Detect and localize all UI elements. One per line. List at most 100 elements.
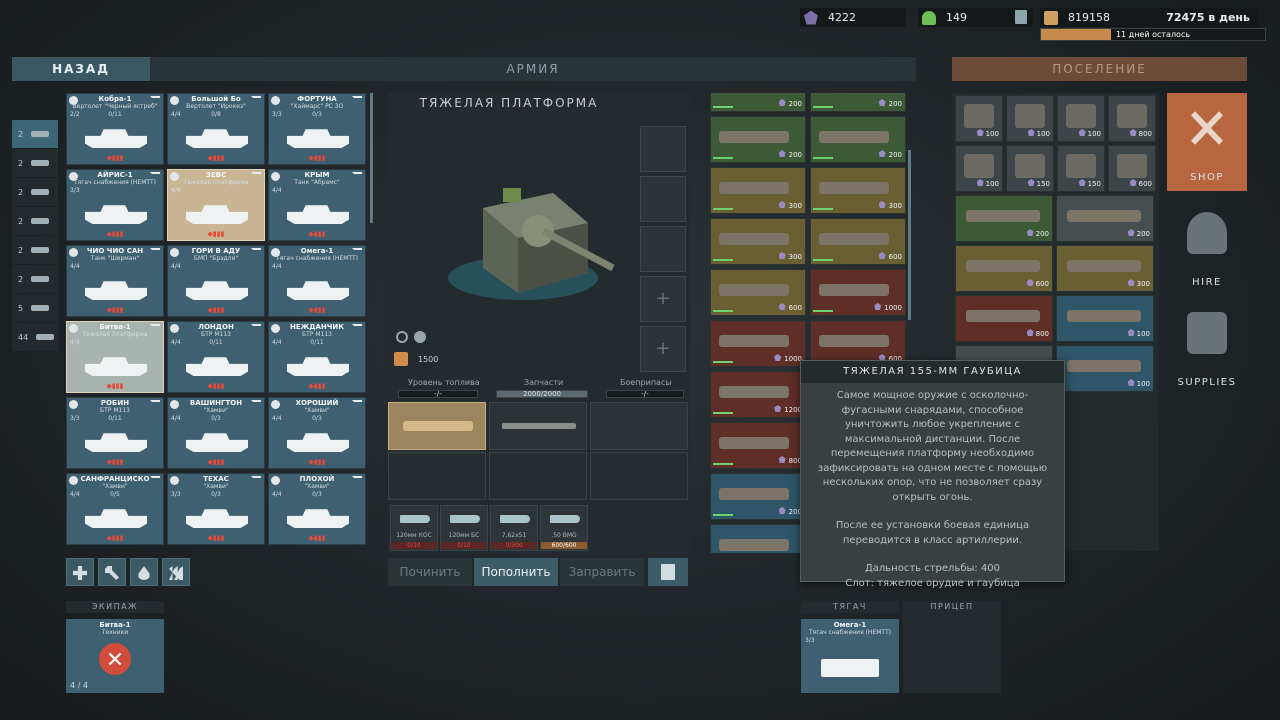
shop-weapon-item[interactable]: 300 (710, 167, 806, 214)
weapon-slot-howitzer[interactable] (388, 402, 486, 450)
weapon-icon (966, 310, 1040, 322)
storage-weapon-item[interactable]: 200 (1056, 195, 1154, 242)
storage-weapon-item[interactable]: 100 (1056, 345, 1154, 392)
storage-weapon-item[interactable]: 300 (1056, 245, 1154, 292)
storage-item[interactable]: 800 (1108, 95, 1156, 142)
weapon-scrollbar[interactable] (908, 150, 911, 320)
category-tab-0[interactable]: 2 (12, 120, 58, 148)
vehicle-card[interactable]: ГОРИ В АДУ БМП "Брэдли" 4/4 ◆▮▮▮ (167, 245, 265, 317)
category-tab-7[interactable]: 44 (12, 323, 58, 351)
vehicle-card[interactable]: Кобра-1 Вертолет "Черный ястреб" 2/2 0/11 ◆▮… (66, 93, 164, 165)
tow-card[interactable]: Омега-1 Тягач снабжения (HEMTT) 3/3 (801, 619, 899, 693)
vehicle-scrollbar[interactable] (370, 93, 373, 223)
vehicle-card[interactable]: ФОРТУНА "Хаймарс" РС ЗО 3/3 0/3 ◆▮▮▮ (268, 93, 366, 165)
repair-button[interactable]: Починить (388, 558, 472, 586)
storage-item[interactable]: 150 (1006, 145, 1054, 192)
storage-weapon-item[interactable]: 600 (955, 245, 1053, 292)
vehicle-silhouette-icon (186, 129, 248, 148)
storage-weapon-item[interactable]: 800 (955, 295, 1053, 342)
ammo-slot[interactable]: 7,62x51 0/300 (490, 505, 538, 551)
item-price: 300 (1128, 279, 1150, 288)
vehicle-card[interactable]: ТЕХАС "Хамви" 3/3 0/3 ◆▮▮▮ (167, 473, 265, 545)
armor-slot[interactable] (640, 226, 686, 272)
truck-icon (821, 659, 879, 677)
category-tab-1[interactable]: 2 (12, 149, 58, 177)
ammo-slot[interactable]: 120мм БС 0/10 (440, 505, 488, 551)
weapon-slot-mg[interactable] (489, 402, 587, 450)
back-button[interactable]: НАЗАД (12, 57, 150, 81)
storage-weapon-item[interactable]: 200 (955, 195, 1053, 242)
category-tab-6[interactable]: 5 (12, 294, 58, 322)
vehicle-card[interactable]: ЗЕВС Тяжелая платформа 4/4 ◆▮▮▮ (167, 169, 265, 241)
module-icon (1066, 104, 1096, 128)
category-tab-4[interactable]: 2 (12, 236, 58, 264)
vehicle-card[interactable]: ВАШИНГТОН "Хамви" 4/4 0/3 ◆▮▮▮ (167, 397, 265, 469)
shop-weapon-item[interactable]: 300 (710, 218, 806, 265)
refuel-all-button[interactable] (130, 558, 158, 586)
trash-icon[interactable] (1015, 10, 1027, 24)
refill-button[interactable]: Пополнить (474, 558, 558, 586)
shop-weapon-item[interactable]: 800 (710, 422, 806, 469)
weapon-icon (719, 386, 789, 398)
shop-weapon-item[interactable]: 300 (810, 167, 906, 214)
weapon-slot-empty-2[interactable] (388, 452, 486, 500)
shop-weapon-item[interactable]: 200 (810, 93, 906, 112)
vehicle-card[interactable]: АЙРИС-1 Тягач снабжения (HEMTT) 3/3 ◆▮▮▮ (66, 169, 164, 241)
storage-item[interactable]: 600 (1108, 145, 1156, 192)
supplies-button[interactable]: SUPPLIES (1167, 298, 1247, 396)
tow-name: Омега-1 (833, 621, 867, 629)
shop-weapon-item[interactable]: 1200 (710, 371, 806, 418)
shop-weapon-item[interactable]: 200 (810, 116, 906, 163)
storage-item[interactable]: 100 (1057, 95, 1105, 142)
shop-weapon-item[interactable]: 1000 (710, 320, 806, 367)
storage-weapon-item[interactable]: 100 (1056, 295, 1154, 342)
vehicle-card[interactable]: Омега-1 Тягач снабжения (HEMTT) 4/4 ◆▮▮▮ (268, 245, 366, 317)
vehicle-card[interactable]: НЕЖДАНЧИК БТР М113 4/4 0/11 ◆▮▮▮ (268, 321, 366, 393)
storage-item[interactable]: 100 (955, 145, 1003, 192)
refuel-button[interactable]: Заправить (560, 558, 644, 586)
category-tab-5[interactable]: 2 (12, 265, 58, 293)
category-tab-2[interactable]: 2 (12, 178, 58, 206)
turret-slot-2[interactable] (640, 176, 686, 222)
delete-button[interactable] (648, 558, 688, 586)
vehicle-card[interactable]: САНФРАНЦИСКО "Хамви" 4/4 0/5 ◆▮▮▮ (66, 473, 164, 545)
hire-button[interactable]: HIRE (1167, 198, 1247, 296)
weapon-slot-empty-3[interactable] (489, 452, 587, 500)
storage-item[interactable]: 100 (1006, 95, 1054, 142)
shop-weapon-item[interactable] (710, 524, 806, 553)
shop-weapon-item[interactable]: 600 (810, 218, 906, 265)
vehicle-status-icons: ◆▮▮▮ (207, 154, 225, 162)
category-tab-3[interactable]: 2 (12, 207, 58, 235)
ammo-slot[interactable]: 120мм КОС 0/10 (390, 505, 438, 551)
turret-slot-1[interactable] (640, 126, 686, 172)
vehicle-card[interactable]: ПЛОХОЙ "Хамви" 4/4 0/3 ◆▮▮▮ (268, 473, 366, 545)
ammo-slot[interactable]: .50 BMG 600/600 (540, 505, 588, 551)
weapon-slot-empty[interactable] (590, 402, 688, 450)
shop-weapon-item[interactable]: 600 (710, 269, 806, 316)
storage-item[interactable]: 150 (1057, 145, 1105, 192)
add-unit-button[interactable] (66, 558, 94, 586)
shop-weapon-item[interactable]: 200 (710, 93, 806, 112)
shop-weapon-item[interactable]: 1000 (810, 269, 906, 316)
trailer-slot[interactable] (903, 613, 1001, 693)
storage-item[interactable]: 100 (955, 95, 1003, 142)
vehicle-card[interactable]: Битва-1 Тяжелая платформа 4/4 ◆▮▮▮ (66, 321, 164, 393)
shop-weapon-item[interactable]: 200 (710, 116, 806, 163)
shop-weapon-item[interactable]: 200 (710, 473, 806, 520)
vehicle-card[interactable]: ЧИО ЧИО САН Танк "Шерман" 4/4 ◆▮▮▮ (66, 245, 164, 317)
vehicle-card[interactable]: Большой Бо Вертолет "Ирокез" 4/4 0/8 ◆▮▮▮ (167, 93, 265, 165)
vehicle-card[interactable]: ЛОНДОН БТР М113 4/4 0/11 ◆▮▮▮ (167, 321, 265, 393)
vehicle-card[interactable]: РОБИН БТР М113 3/3 0/11 ◆▮▮▮ (66, 397, 164, 469)
vehicle-silhouette-icon (85, 433, 147, 452)
weapon-stat-bar (813, 310, 833, 312)
vehicle-status-icons: ◆▮▮▮ (308, 534, 326, 542)
empty-slot-1[interactable]: + (640, 276, 686, 322)
rearm-all-button[interactable] (162, 558, 190, 586)
repair-all-button[interactable] (98, 558, 126, 586)
shop-button[interactable]: SHOP (1167, 93, 1247, 191)
crew-card[interactable]: Битва-1 Техники 4 / 4 (66, 619, 164, 693)
weapon-slot-empty-4[interactable] (590, 452, 688, 500)
empty-slot-2[interactable]: + (640, 326, 686, 372)
vehicle-card[interactable]: КРЫМ Танк "Абрамс" 4/4 ◆▮▮▮ (268, 169, 366, 241)
vehicle-card[interactable]: ХОРОШИЙ "Хамви" 4/4 0/3 ◆▮▮▮ (268, 397, 366, 469)
